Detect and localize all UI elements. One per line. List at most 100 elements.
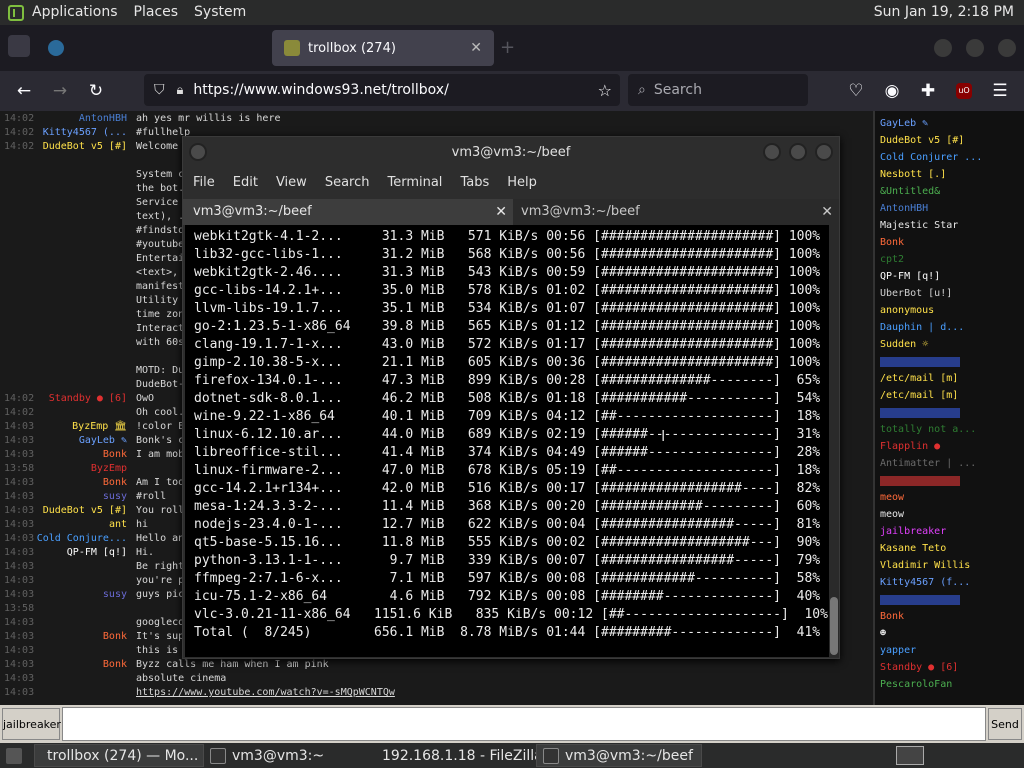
menu-icon[interactable]: ☰ (986, 77, 1014, 105)
send-button[interactable]: Send (988, 708, 1022, 740)
user-list-item[interactable]: &Untitled& (880, 183, 940, 200)
chat-nick[interactable]: ant (109, 518, 127, 532)
menu-view[interactable]: View (266, 175, 307, 190)
close-window-icon[interactable] (998, 39, 1016, 57)
tab-close-icon[interactable]: ✕ (821, 199, 833, 225)
terminal-scrollbar[interactable] (829, 225, 839, 657)
user-list-item[interactable]: meow (880, 489, 904, 506)
user-list-item[interactable] (880, 357, 960, 367)
extensions-icon[interactable]: ✚ (914, 77, 942, 105)
places-menu[interactable]: Places (126, 0, 187, 25)
chat-nick[interactable]: Kitty4567 (... (43, 126, 127, 140)
maximize-icon[interactable] (789, 143, 807, 161)
tab-close-icon[interactable]: ✕ (470, 40, 482, 56)
user-list-item[interactable] (880, 595, 960, 605)
chat-nick[interactable]: Standby ● [6] (49, 392, 127, 406)
system-menu[interactable]: System (186, 0, 254, 25)
user-list-item[interactable]: /etc/mail [m] (880, 387, 958, 404)
message-input[interactable] (62, 707, 986, 741)
tab-trollbox[interactable]: trollbox (274) ✕ (272, 30, 494, 66)
chat-nick[interactable]: Bonk (103, 630, 127, 644)
menu-tabs[interactable]: Tabs (450, 175, 489, 190)
chat-nick[interactable]: Bonk (103, 476, 127, 490)
user-list-item[interactable]: meow (880, 506, 904, 523)
user-list-item[interactable]: Nesbott [.] (880, 166, 946, 183)
menu-help[interactable]: Help (497, 175, 537, 190)
clock[interactable]: Sun Jan 19, 2:18 PM (874, 0, 1014, 25)
chat-message[interactable]: https://www.youtube.com/watch?v=-sMQpWCN… (136, 686, 395, 700)
taskbar-item-terminal-1[interactable]: vm3@vm3:~ (204, 744, 370, 767)
user-list-item[interactable]: QP-FM [q!] (880, 268, 940, 285)
tab-close-icon[interactable]: ✕ (495, 199, 507, 225)
taskbar-item-terminal-2[interactable]: vm3@vm3:~/beef (536, 744, 702, 767)
chat-nick[interactable]: DudeBot v5 [#] (43, 140, 127, 154)
user-list-item[interactable]: AntonHBH (880, 200, 928, 217)
pocket-icon[interactable]: ♡ (842, 77, 870, 105)
chat-nick[interactable]: AntonHBH (79, 112, 127, 126)
terminal-tab-2[interactable]: vm3@vm3:~/beef ✕ (513, 199, 839, 225)
user-list-item[interactable]: Antimatter | ... (880, 455, 976, 472)
taskbar-item-filezilla[interactable]: 192.168.1.18 - FileZilla (370, 744, 543, 767)
user-list-item[interactable]: anonymous (880, 302, 934, 319)
terminal-output[interactable]: webkit2gtk-4.1-2... 31.3 MiB 571 KiB/s 0… (185, 225, 829, 657)
chat-nick[interactable]: susy (103, 490, 127, 504)
chat-nick[interactable]: ByzEmp 🏛 (72, 420, 127, 434)
applications-menu[interactable]: Applications (24, 0, 126, 25)
taskbar-item-firefox[interactable]: trollbox (274) — Mo... (34, 744, 204, 767)
user-list-item[interactable]: Kitty4567 (f... (880, 574, 970, 591)
user-list-item[interactable]: Majestic Star (880, 217, 958, 234)
workspace-switcher-icon[interactable] (896, 746, 924, 765)
user-list-item[interactable]: jailbreaker (880, 523, 946, 540)
terminal-scroll-thumb[interactable] (830, 597, 838, 655)
chat-nick[interactable]: Bonk (103, 658, 127, 672)
user-list-item[interactable]: Vladimir Willis (880, 557, 970, 574)
lock-icon[interactable]: 🔒︎ (177, 83, 184, 98)
shield-icon[interactable]: ⛉ (154, 82, 165, 98)
chat-nick[interactable]: Cold Conjure... (37, 532, 127, 546)
ublock-icon[interactable]: uO (950, 77, 978, 105)
user-list[interactable]: GayLeb ✎ DudeBot v5 [#] Cold Conjurer ... N… (873, 111, 1024, 705)
user-list-item[interactable]: GayLeb ✎ (880, 115, 928, 132)
maximize-icon[interactable] (966, 39, 984, 57)
bookmark-star-icon[interactable]: ☆ (598, 81, 612, 100)
user-list-item[interactable]: Standby ● [6] (880, 659, 958, 676)
user-list-item[interactable]: Dauphin | d... (880, 319, 964, 336)
user-list-item[interactable]: /etc/mail [m] (880, 370, 958, 387)
reload-icon[interactable]: ↻ (82, 77, 110, 105)
user-list-item[interactable]: Kasane Teto (880, 540, 946, 557)
chat-nick[interactable]: GayLeb ✎ (79, 434, 127, 448)
menu-terminal[interactable]: Terminal (377, 175, 442, 190)
user-list-item[interactable]: ☻ (880, 625, 886, 642)
url-text[interactable]: https://www.windows93.net/trollbox/ (193, 82, 448, 98)
chat-nick[interactable]: Bonk (103, 448, 127, 462)
close-icon[interactable] (815, 143, 833, 161)
user-list-item[interactable]: DudeBot v5 [#] (880, 132, 964, 149)
menu-edit[interactable]: Edit (223, 175, 258, 190)
user-list-item[interactable]: Flapplin ● (880, 438, 940, 455)
firefox-view-icon[interactable] (8, 35, 30, 57)
forward-icon[interactable]: → (46, 77, 74, 105)
nickname-label[interactable]: jailbreaker (2, 708, 61, 740)
menu-search[interactable]: Search (315, 175, 370, 190)
show-desktop-icon[interactable] (0, 744, 34, 767)
back-icon[interactable]: ← (10, 77, 38, 105)
chat-nick[interactable]: susy (103, 588, 127, 602)
account-icon[interactable]: ◉ (878, 77, 906, 105)
search-bar[interactable]: ⌕ Search (628, 74, 808, 106)
user-list-item[interactable]: Bonk (880, 234, 904, 251)
chat-nick[interactable]: QP-FM [q!] (67, 546, 127, 560)
chat-nick[interactable]: ByzEmp (91, 462, 127, 476)
new-tab-icon[interactable]: + (500, 37, 515, 58)
user-list-item[interactable] (880, 476, 960, 486)
menu-file[interactable]: File (183, 175, 215, 190)
user-list-item[interactable]: PescaroloFan (880, 676, 952, 693)
minimize-icon[interactable] (763, 143, 781, 161)
url-bar[interactable]: ⛉ 🔒︎ https://www.windows93.net/trollbox/… (144, 74, 620, 106)
user-list-item[interactable]: Cold Conjurer ... (880, 149, 982, 166)
minimize-icon[interactable] (934, 39, 952, 57)
user-list-item[interactable] (880, 408, 960, 418)
user-list-item[interactable]: Sudden ☼ (880, 336, 928, 353)
terminal-tab-1[interactable]: vm3@vm3:~/beef ✕ (183, 199, 513, 225)
window-menu-icon[interactable] (189, 143, 207, 161)
user-list-item[interactable]: cpt2 (880, 251, 904, 268)
